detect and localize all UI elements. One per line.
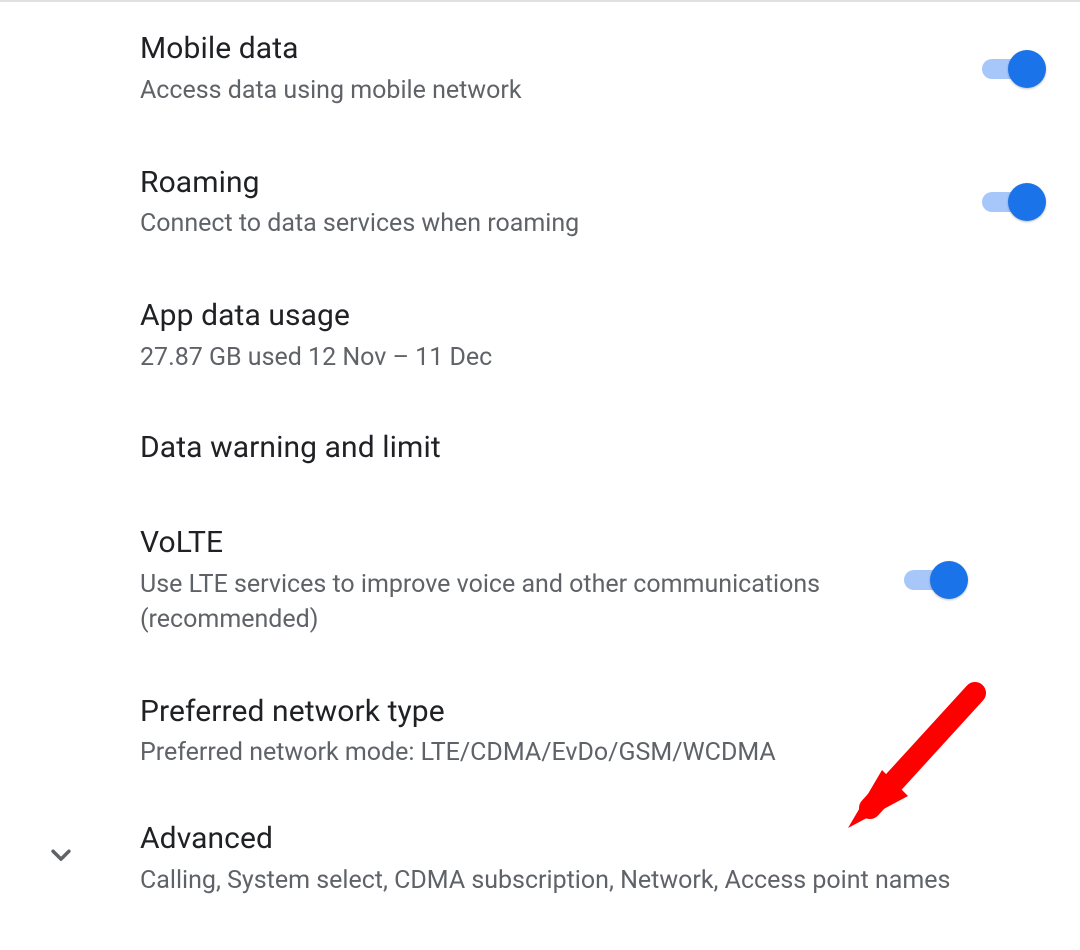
toggle-mobile-data[interactable]: [982, 50, 1040, 88]
settings-list: Mobile data Access data using mobile net…: [0, 2, 1080, 926]
row-text: Preferred network type Preferred network…: [140, 693, 1040, 771]
toggle-volte[interactable]: [904, 561, 962, 599]
row-title: Preferred network type: [140, 693, 1040, 731]
row-title: App data usage: [140, 297, 1040, 335]
row-preferred-network-type[interactable]: Preferred network type Preferred network…: [0, 665, 1080, 799]
row-text: Mobile data Access data using mobile net…: [140, 30, 958, 108]
toggle-thumb: [930, 561, 968, 599]
row-data-warning-limit[interactable]: Data warning and limit: [0, 403, 1080, 497]
row-title: Roaming: [140, 164, 958, 202]
row-advanced[interactable]: Advanced Calling, System select, CDMA su…: [0, 798, 1080, 926]
toggle-roaming[interactable]: [982, 183, 1040, 221]
row-title: VoLTE: [140, 524, 880, 562]
row-subtitle: Calling, System select, CDMA subscriptio…: [140, 863, 1040, 898]
row-subtitle: Preferred network mode: LTE/CDMA/EvDo/GS…: [140, 735, 1040, 770]
row-title: Mobile data: [140, 30, 958, 68]
row-title: Data warning and limit: [140, 429, 1040, 467]
row-text: VoLTE Use LTE services to improve voice …: [140, 524, 880, 637]
row-text: App data usage 27.87 GB used 12 Nov – 11…: [140, 297, 1040, 375]
row-text: Roaming Connect to data services when ro…: [140, 164, 958, 242]
toggle-thumb: [1008, 50, 1046, 88]
row-app-data-usage[interactable]: App data usage 27.87 GB used 12 Nov – 11…: [0, 269, 1080, 403]
row-text: Advanced Calling, System select, CDMA su…: [140, 820, 1040, 898]
row-text: Data warning and limit: [140, 429, 1040, 467]
toggle-thumb: [1008, 183, 1046, 221]
chevron-down-icon: [42, 835, 80, 873]
row-roaming[interactable]: Roaming Connect to data services when ro…: [0, 136, 1080, 270]
row-title: Advanced: [140, 820, 1040, 858]
row-volte[interactable]: VoLTE Use LTE services to improve voice …: [0, 496, 1080, 665]
row-subtitle: Access data using mobile network: [140, 73, 958, 108]
row-subtitle: 27.87 GB used 12 Nov – 11 Dec: [140, 340, 1040, 375]
row-subtitle: Connect to data services when roaming: [140, 206, 958, 241]
row-subtitle: Use LTE services to improve voice and ot…: [140, 567, 880, 637]
row-mobile-data[interactable]: Mobile data Access data using mobile net…: [0, 2, 1080, 136]
